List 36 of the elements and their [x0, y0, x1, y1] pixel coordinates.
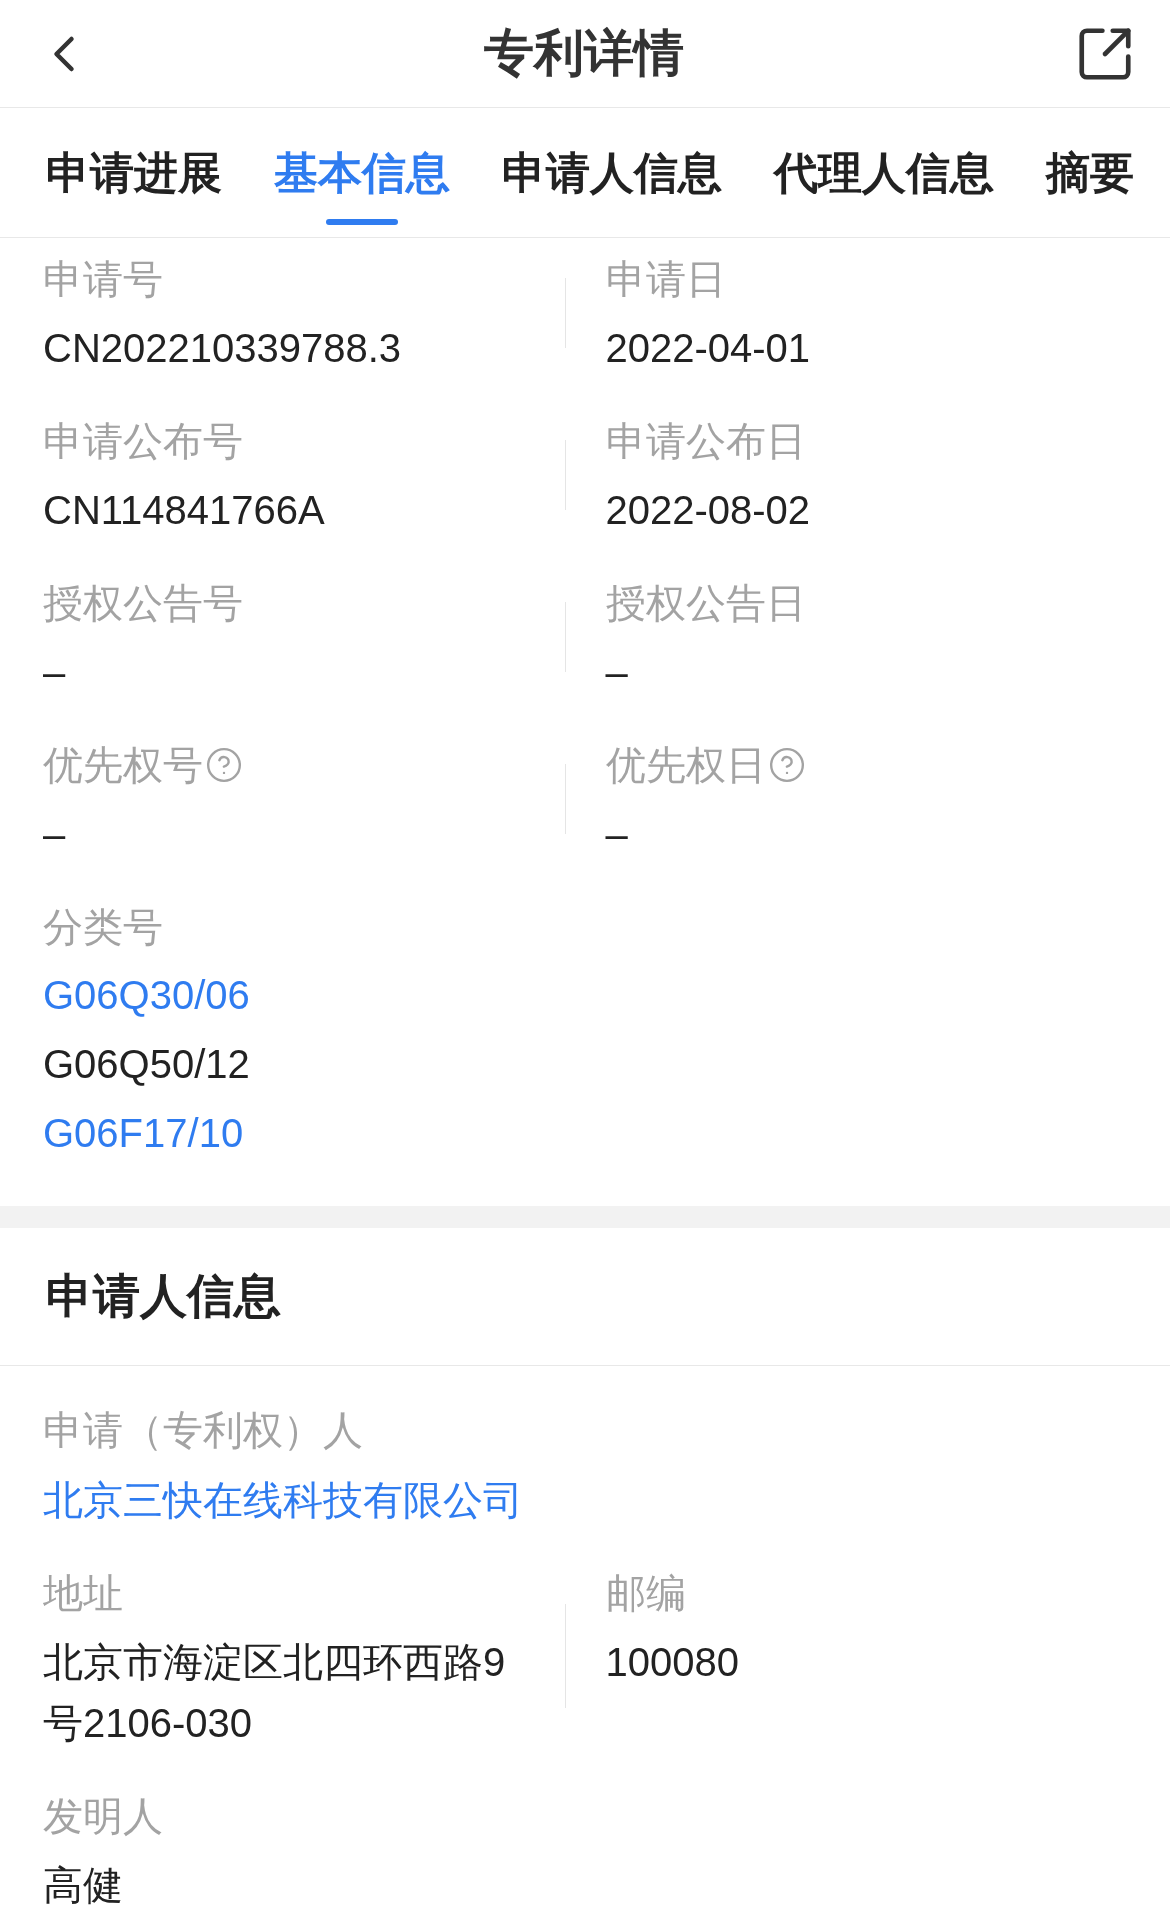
section-title: 申请人信息 — [46, 1268, 281, 1325]
field-label: 优先权号 — [43, 742, 203, 789]
field-label: 申请日 — [605, 256, 726, 303]
field-label: 优先权日 — [605, 742, 766, 789]
field-label: 发明人 — [43, 1793, 163, 1840]
field-value: CN202210339788.3 — [43, 325, 402, 372]
classification-link[interactable]: G06Q30/06 — [43, 961, 250, 1030]
field-value: 高健 — [43, 1862, 123, 1909]
tab-indicator — [326, 219, 398, 225]
field-value: – — [605, 811, 628, 858]
page-title: 专利详情 — [484, 24, 684, 83]
field-label: 授权公告号 — [43, 580, 243, 627]
field-label: 邮编 — [605, 1570, 686, 1617]
field-label: 地址 — [43, 1570, 123, 1617]
field-value: 2022-04-01 — [605, 325, 811, 372]
applicant-link[interactable]: 北京三快在线科技有限公司 — [43, 1470, 523, 1531]
field-label: 授权公告日 — [605, 580, 806, 627]
tab[interactable]: 申请人信息 — [502, 108, 722, 237]
classification-link[interactable]: G06F17/10 — [43, 1099, 244, 1168]
tab[interactable]: 代理人信息 — [774, 108, 994, 237]
classification-code: G06Q50/12 — [43, 1041, 250, 1088]
field-value: CN114841766A — [43, 487, 325, 534]
field-value: – — [43, 649, 66, 696]
field-label: 申请（专利权）人 — [43, 1407, 363, 1454]
field-value: 100080 — [605, 1639, 739, 1686]
field-label: 分类号 — [43, 904, 163, 951]
tab[interactable]: 摘要 — [1046, 108, 1134, 237]
field-label: 申请公布号 — [43, 418, 243, 465]
field-value: – — [605, 649, 628, 696]
tab[interactable]: 申请进展 — [46, 108, 222, 237]
field-value: 2022-08-02 — [605, 487, 811, 534]
field-value: 北京市海淀区北四环西路9号2106-030 — [43, 1639, 507, 1747]
tab[interactable]: 基本信息 — [274, 108, 450, 237]
field-value: – — [43, 811, 66, 858]
field-label: 申请公布日 — [605, 418, 806, 465]
field-label: 申请号 — [43, 256, 163, 303]
